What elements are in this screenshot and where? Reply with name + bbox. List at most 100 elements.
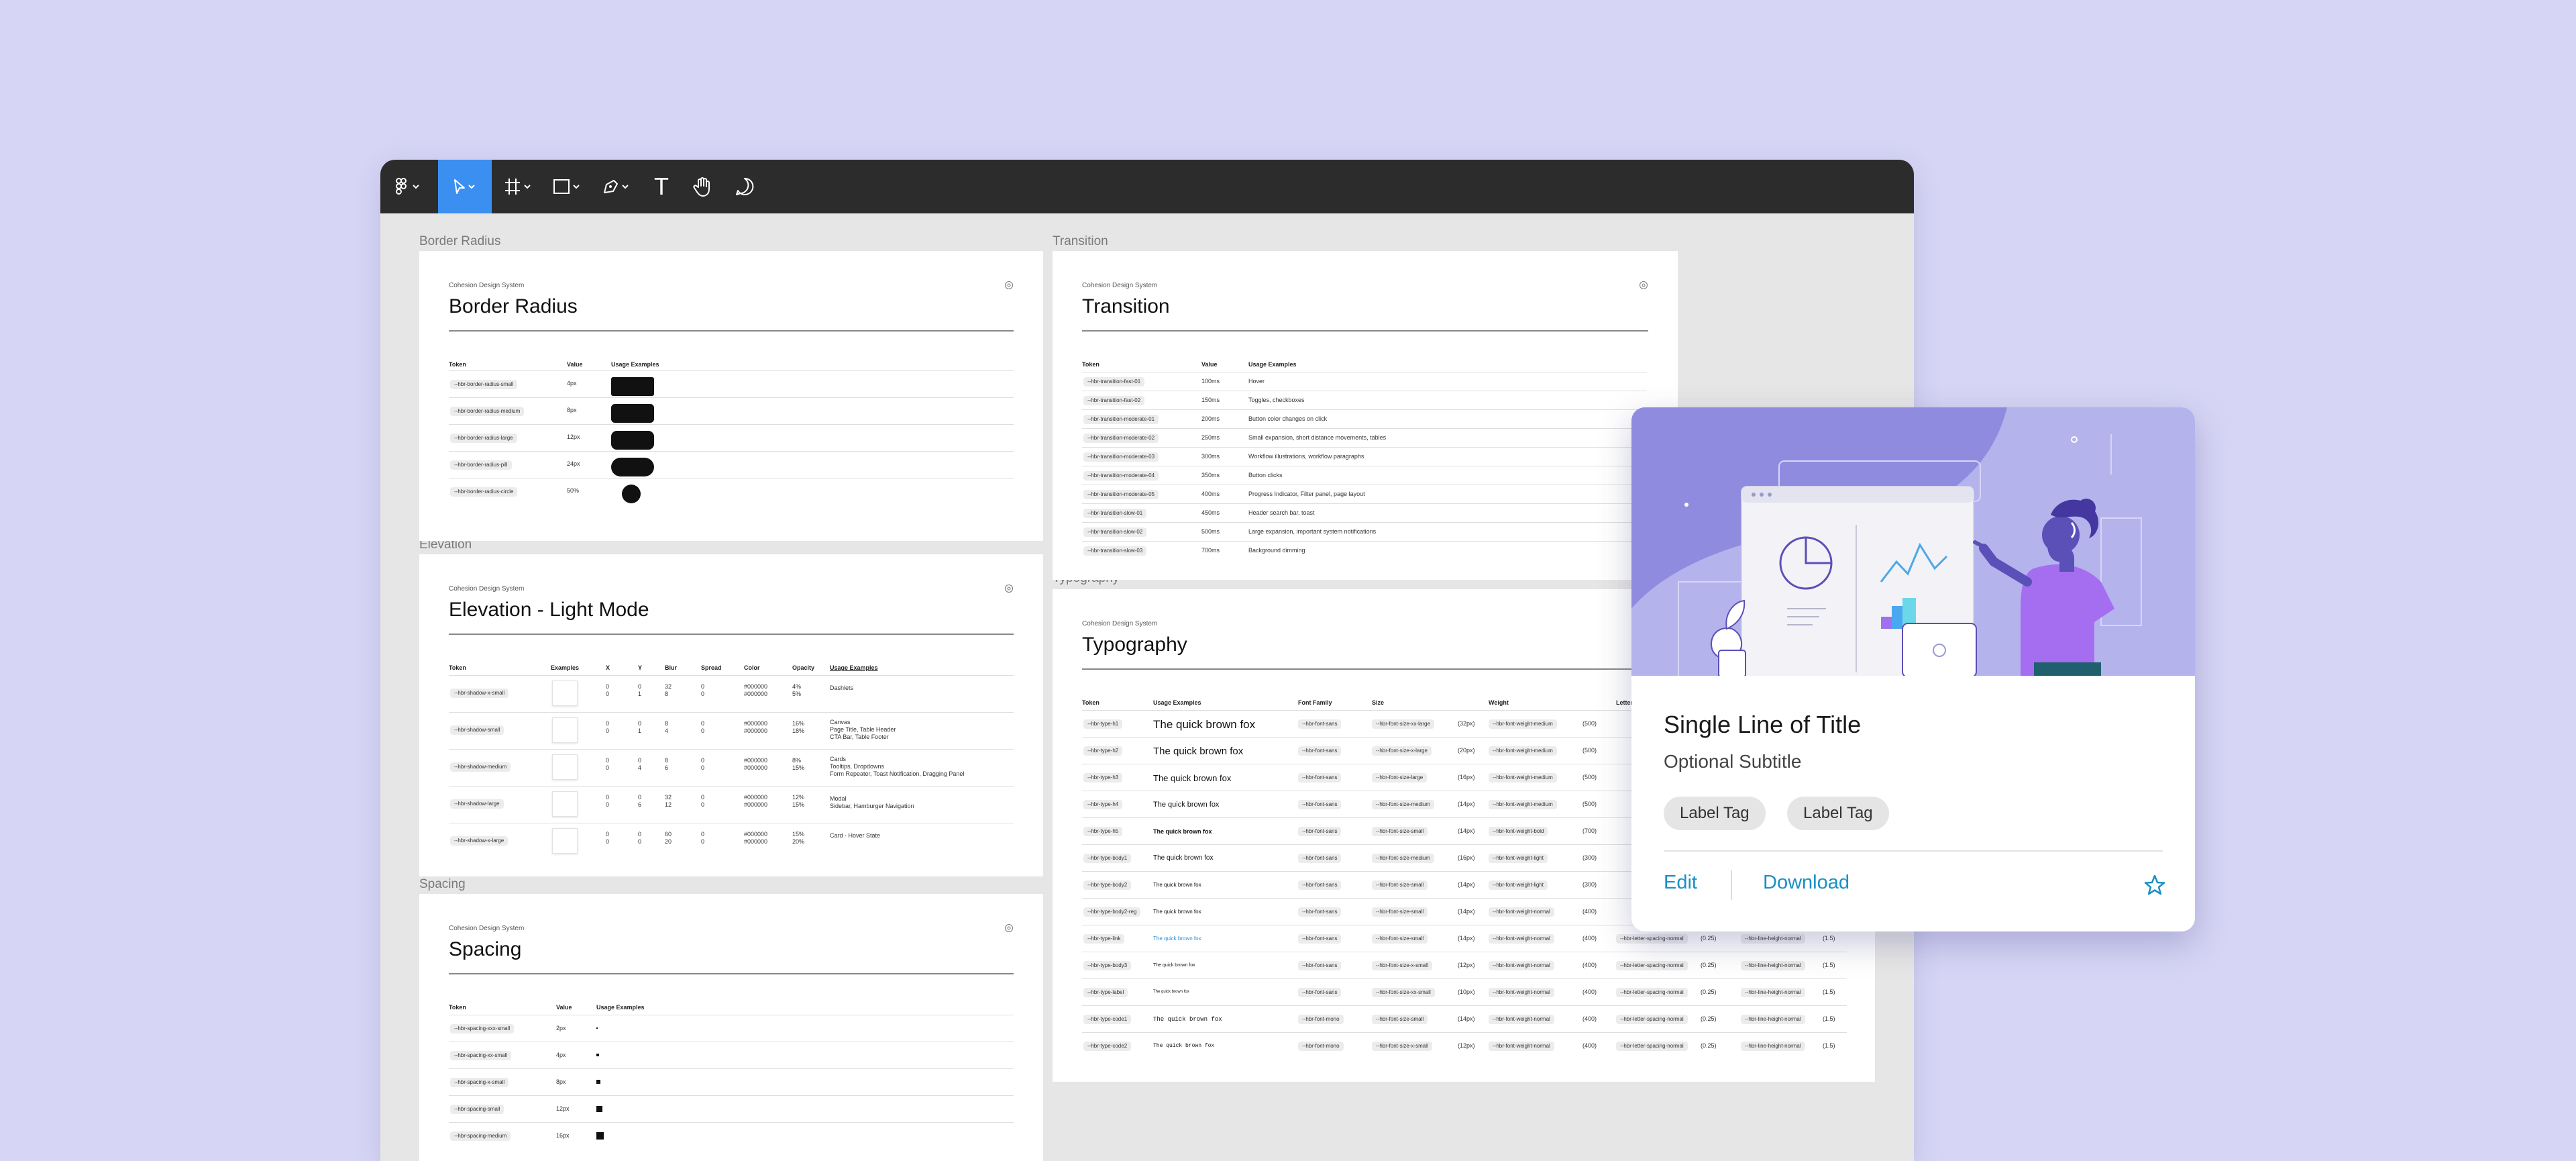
font-family-chip: --hbr-font-mono [1298,1015,1344,1024]
usage-cell: Small expansion, short distance movement… [1248,434,1387,441]
font-size-value: (12px) [1458,1042,1475,1049]
usage-cell: Modal Sidebar, Hamburger Navigation [830,795,914,809]
token-chip: --hbr-shadow-small [450,725,504,735]
token-chip: --hbr-shadow-medium [450,762,511,772]
elevation-frame[interactable]: Cohesion Design System Elevation - Light… [419,554,1043,876]
font-weight-value: (400) [1582,935,1597,942]
type-sample: The quick brown fox [1153,909,1201,915]
row-divider [1082,409,1647,410]
token-chip: --hbr-type-code1 [1083,1015,1132,1024]
edit-button[interactable]: Edit [1664,872,1697,894]
label-tag[interactable]: Label Tag [1664,797,1766,830]
value-cell: 50% [567,487,580,494]
color-cell: #000000 #000000 [744,683,768,697]
font-weight-chip: --hbr-font-weight-normal [1489,1015,1554,1024]
value-cell: 8px [556,1078,566,1085]
shadow-example [552,717,578,743]
frame-label-border-radius[interactable]: Border Radius [419,235,500,248]
font-family-chip: --hbr-font-sans [1298,961,1342,970]
pen-tool-button[interactable] [591,160,641,213]
type-sample: The quick brown fox [1153,827,1212,835]
blur-cell: 8 6 [665,757,669,771]
font-family-chip: --hbr-font-sans [1298,907,1342,917]
frame-label-transition[interactable]: Transition [1053,235,1108,248]
font-size-chip: --hbr-font-size-xx-large [1372,719,1434,729]
font-size-value: (16px) [1458,854,1475,861]
table-header: Spread [701,664,722,671]
line-height-value: (1.5) [1823,1042,1835,1049]
row-divider [449,370,1014,371]
font-size-value: (10px) [1458,989,1475,995]
toolbar: T [380,160,1914,213]
token-chip: --hbr-type-body1 [1083,854,1132,863]
main-menu-button[interactable] [380,160,435,213]
blur-cell: 60 20 [665,831,672,845]
card-divider [1664,850,2163,852]
font-size-value: (14px) [1458,935,1475,942]
transition-frame[interactable]: Cohesion Design System Transition Token V… [1053,251,1678,580]
value-cell: 4px [567,380,577,387]
font-weight-chip: --hbr-font-weight-medium [1489,773,1557,783]
hand-tool-button[interactable] [682,160,724,213]
line-height-value: (1.5) [1823,935,1835,942]
y-cell: 0 1 [638,683,642,697]
text-tool-button[interactable]: T [641,160,682,213]
token-chip: --hbr-border-radius-medium [450,407,525,416]
font-weight-chip: --hbr-font-weight-medium [1489,800,1557,809]
type-sample: The quick brown fox [1153,745,1244,757]
letter-spacing-chip: --hbr-letter-spacing-normal [1616,1042,1688,1051]
title-divider [449,973,1014,974]
title-divider [449,634,1014,635]
frame-label-spacing[interactable]: Spacing [419,878,466,891]
token-chip: --hbr-type-body3 [1083,961,1132,970]
border-radius-frame[interactable]: Cohesion Design System Border Radius Tok… [419,251,1043,541]
token-chip: --hbr-border-radius-pill [450,460,512,470]
row-divider [449,451,1014,452]
x-cell: 0 0 [606,794,610,808]
font-weight-value: (500) [1582,774,1597,780]
x-cell: 0 0 [606,720,610,734]
letter-spacing-value: (0.25) [1701,935,1717,942]
cursor-icon [454,179,475,194]
label-tag[interactable]: Label Tag [1787,797,1889,830]
table-header: Usage Examples [1248,361,1297,368]
card-subtitle: Optional Subtitle [1664,751,1802,772]
radius-swatch [611,431,654,450]
font-weight-chip: --hbr-font-weight-light [1489,880,1548,890]
rectangle-tool-button[interactable] [543,160,591,213]
star-icon[interactable] [2141,872,2168,899]
comment-tool-button[interactable] [724,160,765,213]
font-size-value: (16px) [1458,774,1475,780]
value-cell: 350ms [1201,472,1220,478]
font-weight-chip: --hbr-font-weight-normal [1489,907,1554,917]
move-tool-button[interactable] [438,160,492,213]
settings-icon[interactable] [1004,923,1014,933]
y-cell: 0 6 [638,794,642,808]
usage-cell: Cards Tooltips, Dropdowns Form Repeater,… [830,756,965,777]
usage-cell: Toggles, checkboxes [1248,397,1305,403]
table-header: Token [449,1004,466,1011]
product-card[interactable]: Single Line of Title Optional Subtitle L… [1631,407,2195,931]
token-chip: --hbr-spacing-x-small [450,1078,509,1087]
table-header: Opacity [792,664,815,671]
radius-swatch [611,404,654,423]
font-family-chip: --hbr-font-sans [1298,719,1342,729]
settings-icon[interactable] [1639,281,1648,290]
radius-swatch [622,485,641,503]
download-button[interactable]: Download [1763,872,1849,894]
shadow-example [552,828,578,854]
frame-title: Border Radius [449,295,578,317]
settings-icon[interactable] [1004,281,1014,290]
spread-cell: 0 0 [701,757,705,771]
radius-swatch [611,458,654,476]
spacing-frame[interactable]: Cohesion Design System Spacing Token Valu… [419,894,1043,1161]
settings-icon[interactable] [1004,584,1014,593]
opacity-cell: 15% 20% [792,831,805,845]
frame-title: Typography [1082,634,1187,656]
token-chip: --hbr-border-radius-small [450,380,518,389]
spread-cell: 0 0 [701,683,705,697]
font-weight-value: (500) [1582,720,1597,727]
frame-tool-button[interactable] [493,160,543,213]
frame-icon [505,179,531,195]
font-size-value: (14px) [1458,1015,1475,1022]
